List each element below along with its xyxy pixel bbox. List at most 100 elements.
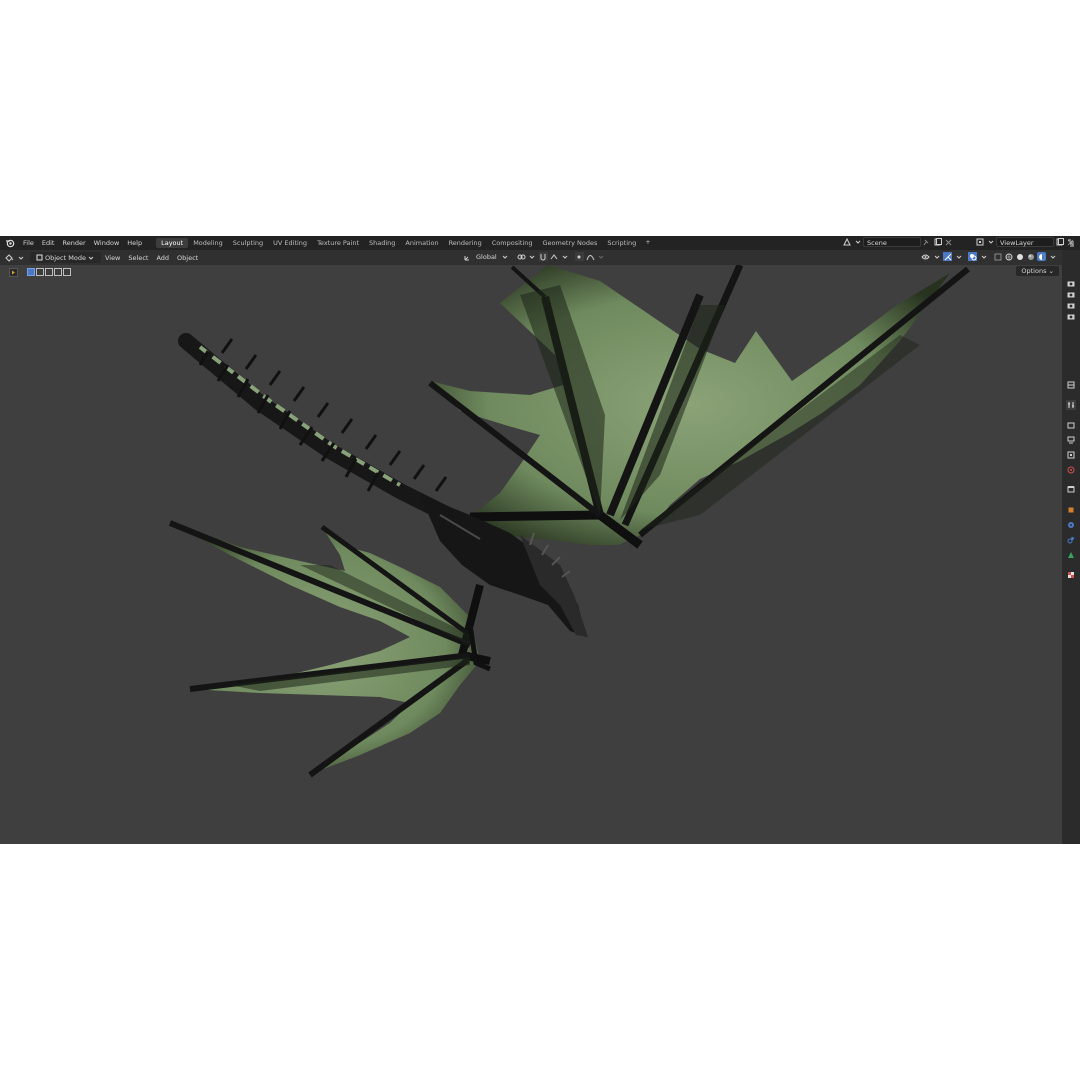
menu-add[interactable]: Add	[152, 254, 173, 262]
top-bar: File Edit Render Window Help Layout Mode…	[0, 236, 1080, 250]
material-preview-icon[interactable]	[1026, 252, 1035, 261]
render-properties-icon[interactable]	[1066, 420, 1076, 430]
outliner-icon[interactable]	[1066, 238, 1076, 248]
scene-properties-icon[interactable]	[1066, 465, 1076, 475]
tab-animation[interactable]: Animation	[400, 238, 443, 248]
scene-selector: Scene	[841, 237, 954, 247]
chevron-down-icon	[597, 252, 606, 261]
left-wing	[168, 520, 491, 778]
dragon-model	[168, 265, 970, 778]
tab-texture-paint[interactable]: Texture Paint	[312, 238, 364, 248]
chevron-down-icon	[501, 252, 510, 261]
object-properties-icon[interactable]	[1066, 505, 1076, 515]
xray-toggle-icon[interactable]	[993, 252, 1002, 261]
camera-icon[interactable]	[1066, 300, 1076, 310]
view-layer-selector: ViewLayer	[974, 237, 1076, 247]
options-dropdown[interactable]: Options ⌄	[1016, 266, 1059, 276]
gizmo-toggle-icon[interactable]	[943, 252, 952, 261]
options-label: Options	[1021, 267, 1047, 275]
new-view-layer-icon[interactable]	[1055, 238, 1064, 247]
transform-orientation-dropdown[interactable]: Global	[473, 253, 500, 261]
pivot-point-icon[interactable]	[517, 252, 526, 261]
new-scene-icon[interactable]	[933, 238, 942, 247]
view-layer-field[interactable]: ViewLayer	[996, 237, 1054, 247]
select-difference-icon[interactable]	[54, 268, 62, 276]
wireframe-shading-icon[interactable]	[1004, 252, 1013, 261]
chevron-down-icon	[87, 253, 96, 262]
select-extend-icon[interactable]	[36, 268, 44, 276]
camera-icon[interactable]	[1066, 278, 1076, 288]
chevron-down-icon	[561, 252, 570, 261]
world-properties-icon[interactable]	[1066, 484, 1076, 494]
scene-field[interactable]: Scene	[863, 237, 921, 247]
tool-properties-icon[interactable]	[1066, 400, 1076, 410]
menu-select[interactable]: Select	[124, 254, 152, 262]
3d-viewport[interactable]	[0, 265, 1062, 844]
chevron-down-icon	[979, 252, 988, 261]
chevron-down-icon	[932, 252, 941, 261]
blender-logo-icon[interactable]	[4, 237, 16, 249]
right-wing	[428, 265, 970, 549]
snap-toggle-icon[interactable]	[538, 252, 548, 261]
camera-icon[interactable]	[1066, 311, 1076, 321]
right-side-toolbar	[1062, 239, 1080, 844]
object-mode-icon	[35, 253, 44, 262]
falloff-icon[interactable]	[586, 252, 595, 261]
overlays-toggle-icon[interactable]	[968, 252, 977, 261]
tab-layout[interactable]: Layout	[156, 238, 189, 248]
tab-geometry-nodes[interactable]: Geometry Nodes	[538, 238, 603, 248]
tab-scripting[interactable]: Scripting	[602, 238, 641, 248]
proportional-editing-icon[interactable]	[574, 252, 584, 261]
menu-file[interactable]: File	[19, 239, 38, 247]
toolbar-toggle-icon[interactable]	[9, 267, 18, 277]
tool-settings-row: Options ⌄	[0, 265, 1062, 279]
physics-properties-icon[interactable]	[1066, 535, 1076, 545]
select-new-icon[interactable]	[27, 268, 35, 276]
add-workspace-button[interactable]: +	[641, 238, 654, 248]
tab-modeling[interactable]: Modeling	[188, 238, 228, 248]
chevron-down-icon	[1048, 252, 1057, 261]
menu-help[interactable]: Help	[123, 239, 146, 247]
tab-sculpting[interactable]: Sculpting	[228, 238, 268, 248]
workspace-tabs: Layout Modeling Sculpting UV Editing Tex…	[156, 238, 655, 248]
tab-rendering[interactable]: Rendering	[444, 238, 487, 248]
transform-orientation-icon[interactable]	[463, 252, 472, 261]
tab-shading[interactable]: Shading	[364, 238, 400, 248]
viewport-display-tools	[920, 252, 1058, 261]
transform-tools: Global	[462, 252, 607, 261]
chevron-down-icon	[853, 238, 862, 247]
chevron-down-icon	[528, 252, 537, 261]
menu-render[interactable]: Render	[58, 239, 89, 247]
object-mode-label: Object Mode	[45, 253, 86, 262]
snap-target-icon[interactable]	[550, 252, 559, 261]
editor-type-icon[interactable]	[5, 253, 14, 262]
menu-view[interactable]: View	[101, 254, 124, 262]
close-icon[interactable]	[944, 238, 953, 247]
select-subtract-icon[interactable]	[45, 268, 53, 276]
texture-properties-icon[interactable]	[1066, 570, 1076, 580]
viewport-header: Object Mode View Select Add Object Globa…	[0, 250, 1062, 265]
scene-icon[interactable]	[842, 238, 851, 247]
menu-edit[interactable]: Edit	[38, 239, 59, 247]
pin-icon[interactable]	[922, 238, 931, 247]
object-mode-dropdown[interactable]: Object Mode	[30, 252, 101, 263]
output-properties-icon[interactable]	[1066, 435, 1076, 445]
select-intersect-icon[interactable]	[63, 268, 71, 276]
chevron-down-icon	[986, 238, 995, 247]
menu-window[interactable]: Window	[90, 239, 124, 247]
modifier-properties-icon[interactable]	[1066, 520, 1076, 530]
view-layer-properties-icon[interactable]	[1066, 450, 1076, 460]
tab-uv-editing[interactable]: UV Editing	[268, 238, 312, 248]
constraints-properties-icon[interactable]	[1066, 550, 1076, 560]
tab-compositing[interactable]: Compositing	[487, 238, 538, 248]
chevron-down-icon	[16, 253, 25, 262]
menu-object[interactable]: Object	[173, 254, 202, 262]
solid-shading-icon[interactable]	[1015, 252, 1024, 261]
dragon-tail	[178, 333, 468, 529]
rendered-shading-icon[interactable]	[1037, 252, 1046, 261]
properties-editor-icon[interactable]	[1066, 380, 1076, 390]
view-layer-icon[interactable]	[975, 238, 984, 247]
chevron-down-icon	[954, 252, 963, 261]
camera-icon[interactable]	[1066, 289, 1076, 299]
visibility-filter-icon[interactable]	[921, 252, 930, 261]
